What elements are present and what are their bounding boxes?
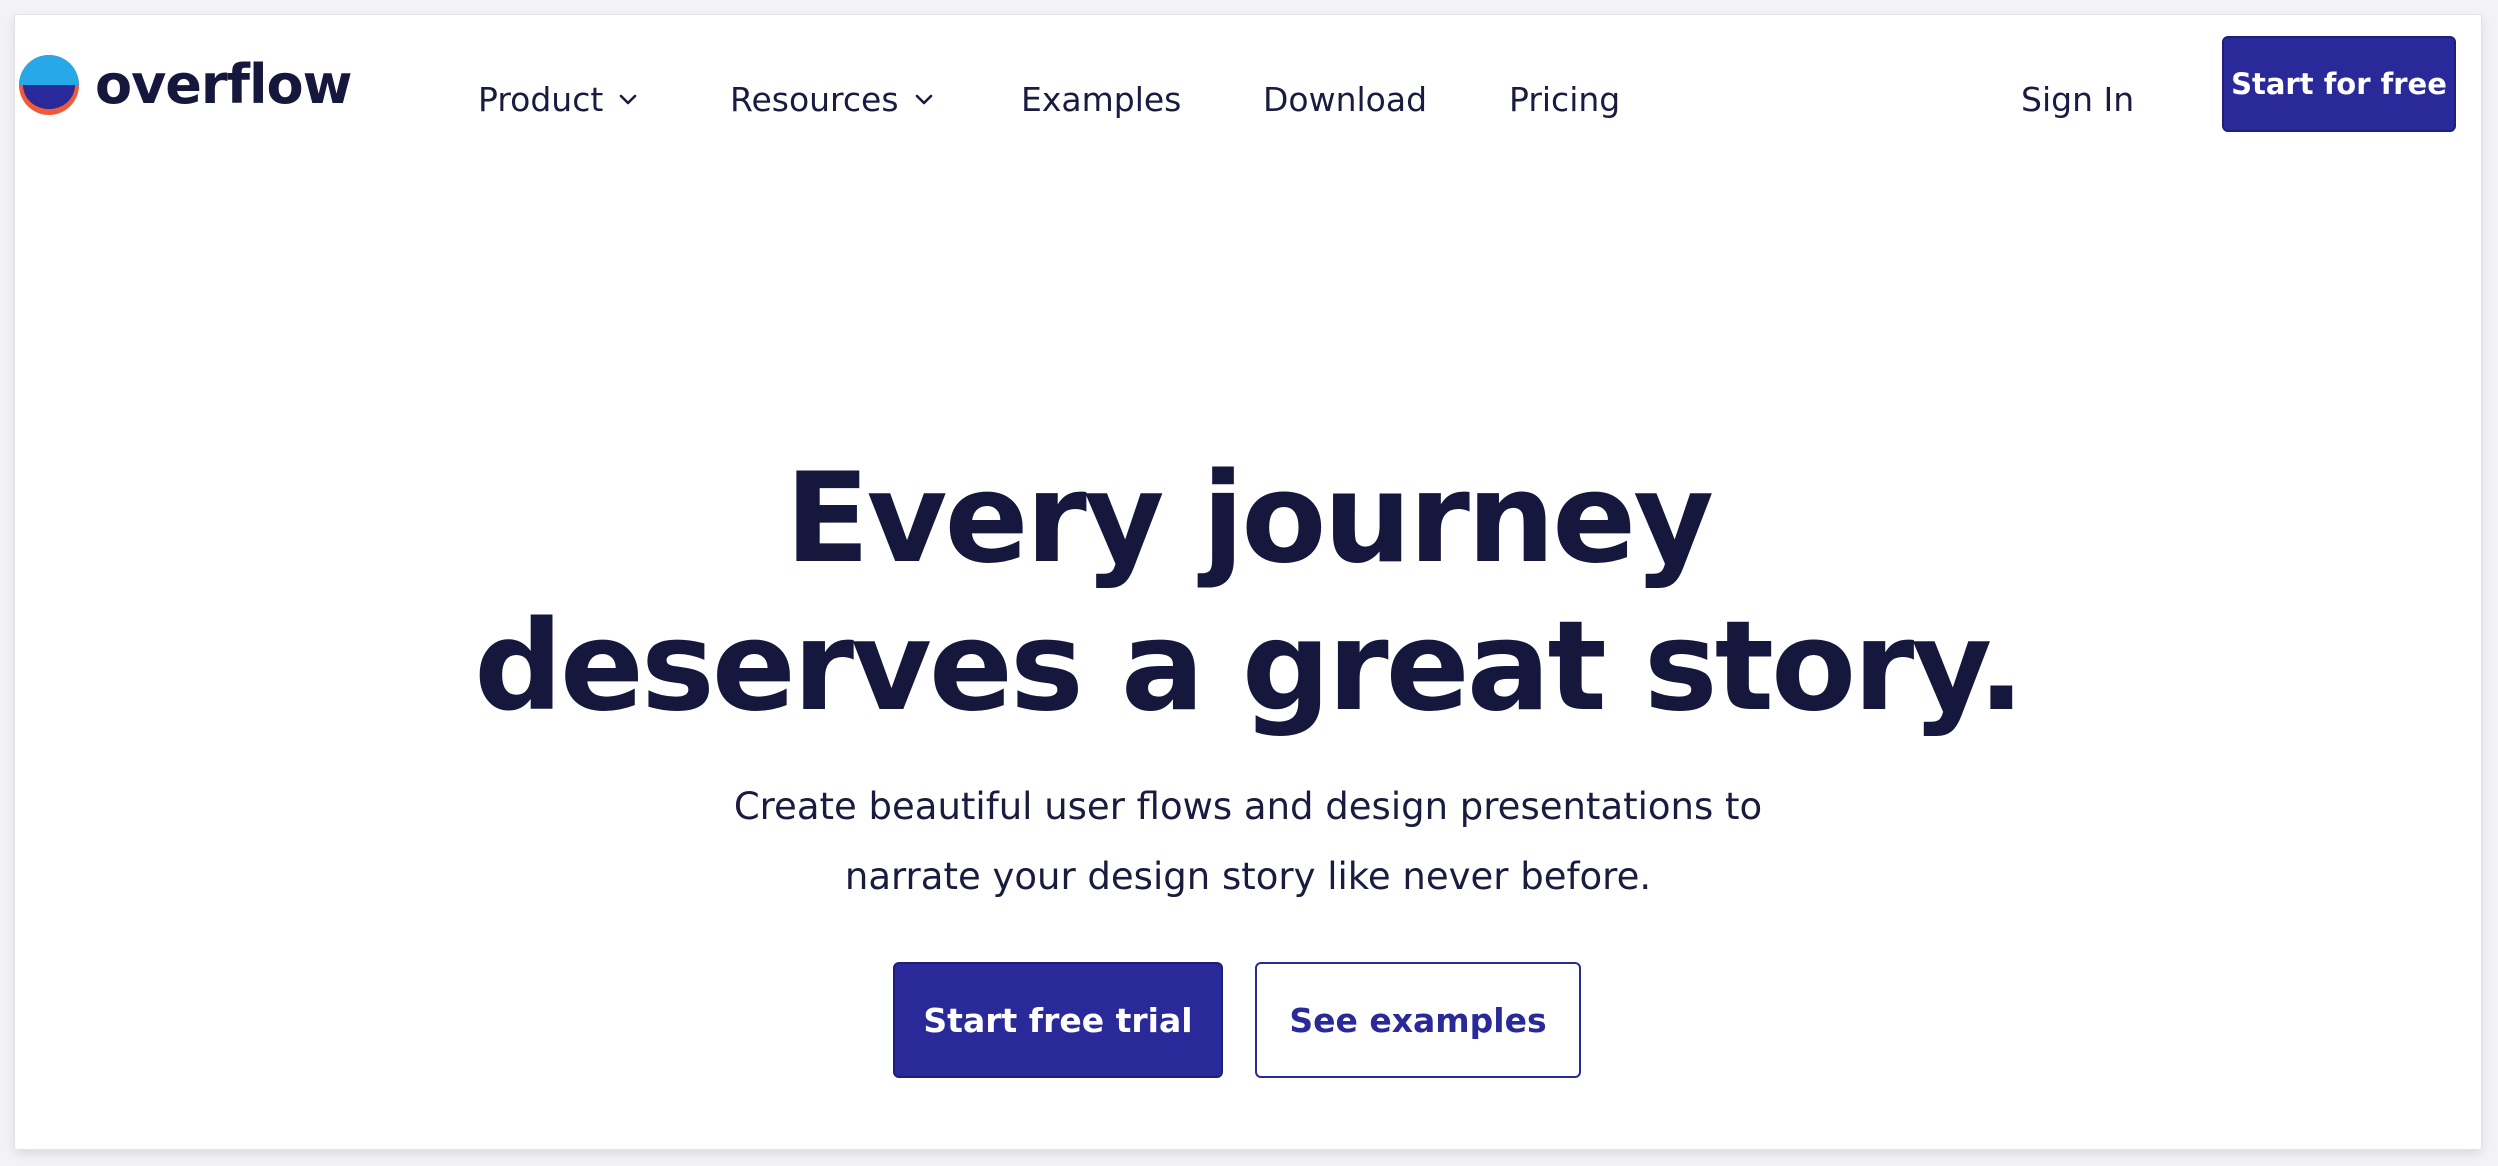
- hero-title: Every journey deserves a great story.: [15, 445, 2481, 741]
- top-navigation: overflow Product Resources Examples Down…: [15, 15, 2481, 155]
- hero-subtitle-line-2: narrate your design story like never bef…: [844, 855, 1652, 898]
- chevron-down-icon: [915, 94, 932, 105]
- overflow-logo-icon: [19, 55, 79, 115]
- nav-item-download-label: Download: [1263, 79, 1428, 119]
- hero-title-line-1: Every journey: [784, 447, 1714, 591]
- overflow-logo[interactable]: overflow: [17, 53, 353, 116]
- sign-in-link[interactable]: Sign In: [2021, 75, 2134, 123]
- nav-item-product[interactable]: Product: [478, 75, 639, 123]
- nav-item-examples-label: Examples: [1021, 79, 1182, 119]
- browser-viewport: overflow Product Resources Examples Down…: [15, 15, 2481, 1149]
- sign-in-label: Sign In: [2021, 79, 2135, 119]
- nav-item-resources[interactable]: Resources: [730, 75, 935, 123]
- hero-subtitle-line-1: Create beautiful user flows and design p…: [733, 785, 1763, 828]
- chevron-down-icon: [619, 94, 637, 105]
- hero-subtitle: Create beautiful user flows and design p…: [15, 772, 2481, 912]
- start-for-free-button[interactable]: Start for free: [2222, 36, 2456, 132]
- brand-name: overflow: [95, 53, 353, 116]
- see-examples-button[interactable]: See examples: [1255, 962, 1581, 1078]
- nav-item-download[interactable]: Download: [1263, 75, 1427, 123]
- nav-item-resources-label: Resources: [730, 79, 899, 119]
- hero-title-line-2: deserves a great story.: [474, 595, 2025, 739]
- start-free-trial-button[interactable]: Start free trial: [893, 962, 1223, 1078]
- nav-item-pricing[interactable]: Pricing: [1509, 75, 1620, 123]
- nav-item-examples[interactable]: Examples: [1021, 75, 1181, 123]
- nav-item-product-label: Product: [478, 79, 604, 119]
- nav-item-pricing-label: Pricing: [1509, 79, 1621, 119]
